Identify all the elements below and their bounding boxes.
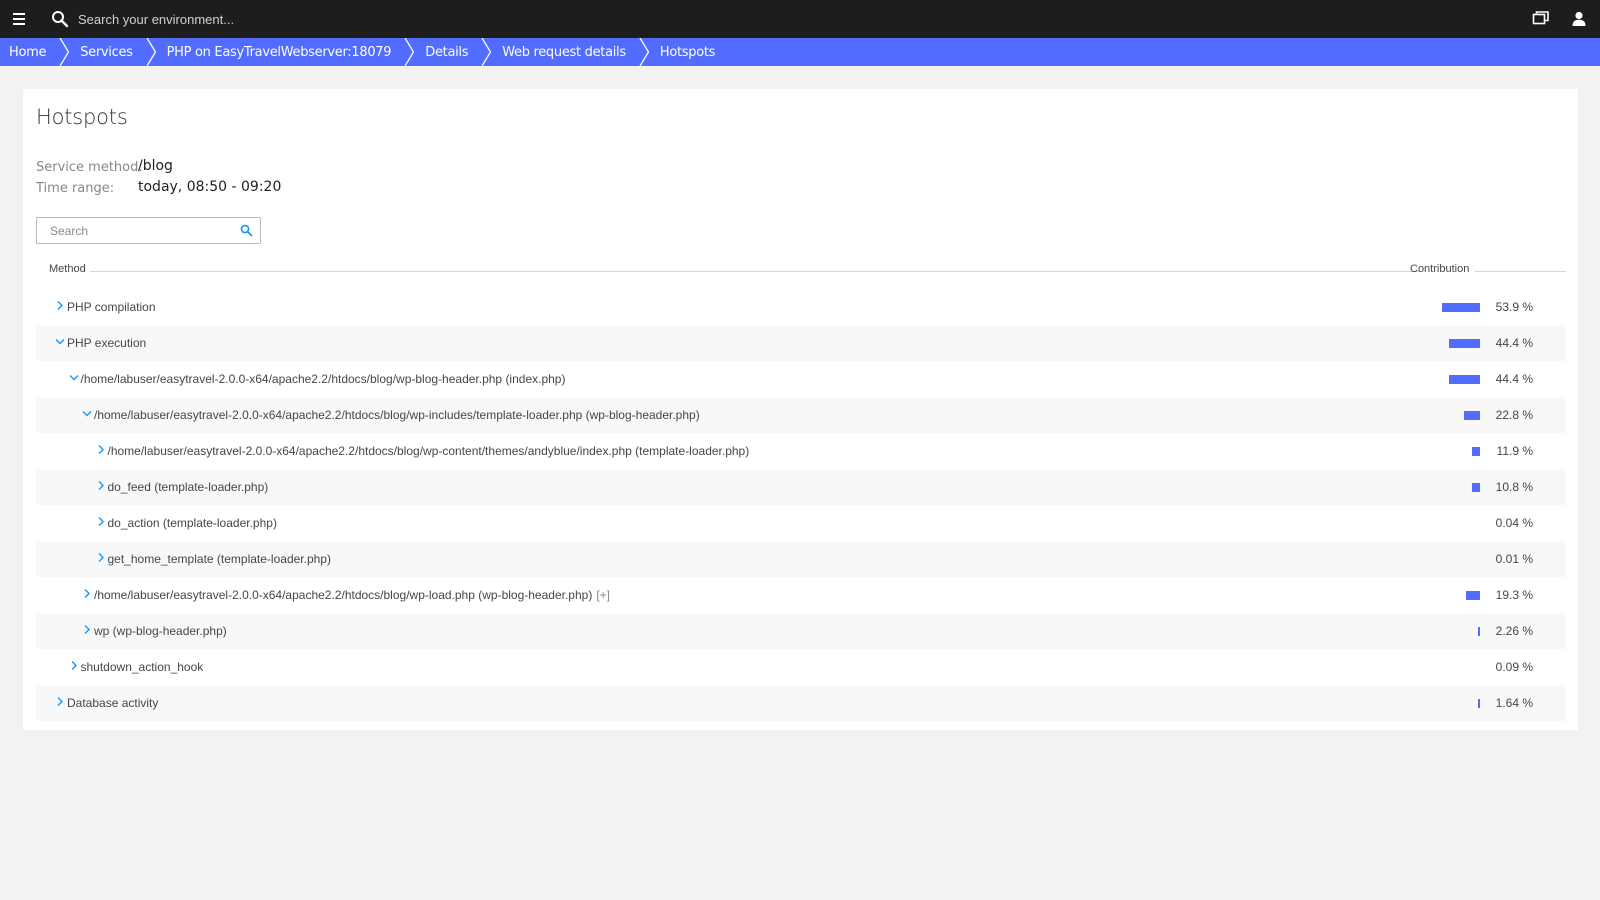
breadcrumb-item[interactable]: PHP on EasyTravelWebserver:18079 [147, 38, 415, 66]
table-row[interactable]: /home/labuser/easytravel-2.0.0-x64/apach… [36, 433, 1566, 469]
chevron-down-icon[interactable] [69, 372, 79, 384]
method-label[interactable]: do_action (template-loader.php) [108, 516, 277, 530]
header-divider [1475, 271, 1566, 272]
table-row[interactable]: do_feed (template-loader.php) 10.8 % [36, 469, 1566, 505]
breadcrumb-separator-icon [638, 38, 649, 66]
table-row[interactable]: Database activity 1.64 % [36, 685, 1566, 721]
breadcrumb-label: PHP on EasyTravelWebserver:18079 [166, 44, 392, 60]
table-row[interactable]: /home/labuser/easytravel-2.0.0-x64/apach… [36, 361, 1566, 397]
contribution-value: 10.8 % [1495, 480, 1533, 494]
method-label[interactable]: PHP compilation [67, 300, 156, 314]
table-row[interactable]: wp (wp-blog-header.php) 2.26 % [36, 613, 1566, 649]
method-label[interactable]: /home/labuser/easytravel-2.0.0-x64/apach… [94, 588, 610, 602]
service-method-value: /blog [138, 158, 173, 174]
contribution-value: 0.04 % [1495, 516, 1533, 530]
header-divider [90, 271, 1420, 272]
table-row[interactable]: shutdown_action_hook 0.09 % [36, 649, 1566, 685]
chevron-right-icon[interactable] [96, 552, 106, 564]
method-name: /home/labuser/easytravel-2.0.0-x64/apach… [94, 408, 700, 422]
method-name: wp (wp-blog-header.php) [94, 624, 227, 638]
contribution-value: 44.4 % [1495, 372, 1533, 386]
contribution-value: 2.26 % [1495, 624, 1533, 638]
breadcrumb-item[interactable]: Services [60, 38, 156, 66]
method-label[interactable]: /home/labuser/easytravel-2.0.0-x64/apach… [108, 444, 750, 458]
chevron-right-icon[interactable] [96, 516, 106, 528]
method-name: /home/labuser/easytravel-2.0.0-x64/apach… [80, 372, 566, 386]
table-row[interactable]: /home/labuser/easytravel-2.0.0-x64/apach… [36, 397, 1566, 433]
contribution-value: 0.01 % [1495, 552, 1533, 566]
method-search-field [36, 217, 261, 244]
service-method-label: Service method: [36, 160, 143, 175]
method-label[interactable]: Database activity [67, 696, 158, 710]
table-row[interactable]: do_action (template-loader.php) 0.04 % [36, 505, 1566, 541]
breadcrumb-item[interactable]: Web request details [482, 38, 649, 66]
chevron-right-icon[interactable] [96, 480, 106, 492]
chevron-down-icon[interactable] [82, 408, 92, 420]
breadcrumb-separator-icon [145, 38, 156, 66]
time-range-label: Time range: [36, 181, 115, 196]
breadcrumb-item[interactable]: Home [0, 38, 70, 66]
column-header-contribution[interactable]: Contribution [1410, 263, 1469, 275]
breadcrumb-label: Home [9, 44, 47, 60]
search-icon[interactable] [240, 224, 253, 237]
search-icon[interactable] [51, 10, 69, 28]
method-label[interactable]: do_feed (template-loader.php) [108, 480, 269, 494]
time-range-value: today, 08:50 - 09:20 [138, 179, 282, 195]
chevron-right-icon[interactable] [96, 444, 106, 456]
chevron-right-icon[interactable] [55, 300, 65, 312]
breadcrumb-separator-icon [481, 38, 492, 66]
breadcrumb: Home Services PHP on EasyTravelWebserver:1… [0, 38, 1600, 66]
page-title: Hotspots [36, 105, 128, 129]
contribution-value: 19.3 % [1495, 588, 1533, 602]
table-row[interactable]: /home/labuser/easytravel-2.0.0-x64/apach… [36, 577, 1566, 613]
breadcrumb-label: Hotspots [659, 44, 716, 60]
chevron-right-icon[interactable] [55, 696, 65, 708]
top-bar [0, 0, 1600, 38]
method-name: do_action (template-loader.php) [107, 516, 277, 530]
method-name: PHP compilation [67, 300, 156, 314]
method-label[interactable]: wp (wp-blog-header.php) [94, 624, 227, 638]
hotspots-panel: Hotspots Service method: /blog Time rang… [23, 89, 1578, 730]
breadcrumb-item[interactable]: Hotspots [640, 38, 729, 66]
method-label[interactable]: /home/labuser/easytravel-2.0.0-x64/apach… [81, 372, 566, 386]
contribution-value: 44.4 % [1495, 336, 1533, 350]
method-search-input[interactable] [37, 218, 232, 243]
contribution-value: 53.9 % [1495, 300, 1533, 314]
expand-more-link[interactable]: [+] [596, 588, 610, 602]
chevron-right-icon[interactable] [82, 624, 92, 636]
method-name: PHP execution [67, 336, 147, 350]
method-label[interactable]: get_home_template (template-loader.php) [108, 552, 331, 566]
method-name: Database activity [67, 696, 159, 710]
breadcrumb-label: Web request details [502, 44, 626, 60]
method-name: shutdown_action_hook [80, 660, 204, 674]
method-name: /home/labuser/easytravel-2.0.0-x64/apach… [94, 588, 593, 602]
contribution-value: 0.09 % [1495, 660, 1533, 674]
user-icon[interactable] [1569, 9, 1589, 29]
breadcrumb-item[interactable]: Details [405, 38, 492, 66]
table-row[interactable]: PHP execution 44.4 % [36, 325, 1566, 361]
breadcrumb-separator-icon [404, 38, 415, 66]
method-label[interactable]: /home/labuser/easytravel-2.0.0-x64/apach… [94, 408, 700, 422]
menu-icon[interactable] [10, 9, 30, 29]
contribution-value: 11.9 % [1496, 444, 1533, 458]
contribution-value: 22.8 % [1495, 408, 1533, 422]
method-label[interactable]: PHP execution [67, 336, 146, 350]
chevron-down-icon[interactable] [55, 336, 65, 348]
method-name: do_feed (template-loader.php) [107, 480, 269, 494]
windows-icon[interactable] [1531, 9, 1551, 29]
chevron-right-icon[interactable] [82, 588, 92, 600]
table-row[interactable]: PHP compilation 53.9 % [36, 289, 1566, 325]
contribution-value: 1.64 % [1495, 696, 1533, 710]
environment-search-input[interactable] [78, 8, 478, 30]
hotspots-table: PHP compilation 53.9 % PHP execution 44.4 %… [36, 289, 1566, 721]
breadcrumb-label: Details [425, 44, 469, 60]
method-name: /home/labuser/easytravel-2.0.0-x64/apach… [107, 444, 750, 458]
breadcrumb-separator-icon [59, 38, 70, 66]
chevron-right-icon[interactable] [69, 660, 79, 672]
method-name: get_home_template (template-loader.php) [107, 552, 331, 566]
method-label[interactable]: shutdown_action_hook [81, 660, 204, 674]
breadcrumb-label: Services [80, 44, 133, 60]
column-header-method[interactable]: Method [49, 263, 86, 275]
table-row[interactable]: get_home_template (template-loader.php) 0… [36, 541, 1566, 577]
